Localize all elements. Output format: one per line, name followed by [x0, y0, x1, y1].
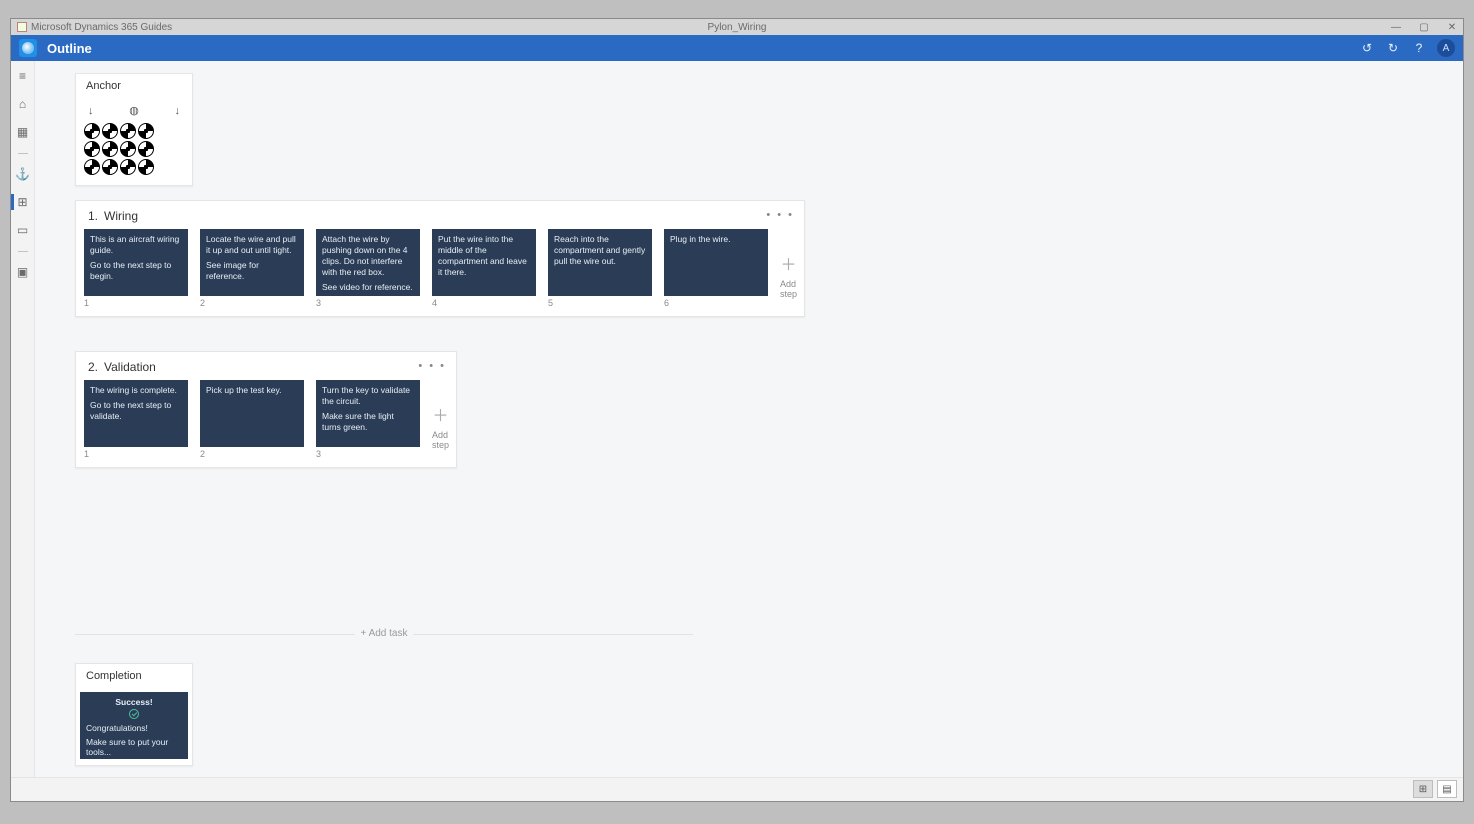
step-number: 2: [200, 449, 304, 459]
task-title[interactable]: Wiring: [104, 209, 138, 223]
task-more-icon[interactable]: • • •: [766, 209, 794, 221]
anchor-card[interactable]: Anchor ↓ ◍ ↓: [75, 73, 193, 186]
step-number: 3: [316, 298, 420, 308]
task-number: 1.: [88, 209, 98, 223]
step-number: 3: [316, 449, 420, 459]
status-bar: ⊞ ▤: [11, 777, 1463, 801]
help-icon[interactable]: ?: [1411, 40, 1427, 56]
close-button[interactable]: ✕: [1445, 22, 1459, 33]
plus-icon: ＋: [781, 251, 797, 275]
add-step-button[interactable]: ＋Add step: [780, 229, 797, 308]
anchor-globe-icon: ◍: [129, 104, 139, 117]
step-number: 1: [84, 449, 188, 459]
anchor-icon[interactable]: ⚓: [14, 165, 32, 183]
minimize-button[interactable]: —: [1389, 22, 1403, 33]
toolbox-icon[interactable]: ▣: [14, 263, 32, 281]
task-more-icon[interactable]: • • •: [418, 360, 446, 372]
app-window: Microsoft Dynamics 365 Guides Pylon_Wiri…: [10, 18, 1464, 802]
step-number: 2: [200, 298, 304, 308]
step-card[interactable]: Turn the key to validate the circuit.Mak…: [316, 380, 420, 447]
image-icon[interactable]: ▦: [14, 123, 32, 141]
step-icon[interactable]: ▭: [14, 221, 32, 239]
outline-icon[interactable]: ⊞: [14, 193, 32, 211]
step-card[interactable]: Locate the wire and pull it up and out u…: [200, 229, 304, 296]
add-step-button[interactable]: ＋Add step: [432, 380, 449, 459]
check-icon: [129, 709, 139, 719]
anchor-arrow-icon: ↓: [88, 105, 94, 117]
task-number: 2.: [88, 360, 98, 374]
step-card[interactable]: This is an aircraft wiring guide.Go to t…: [84, 229, 188, 296]
rail-divider: [14, 249, 32, 253]
app-title: Microsoft Dynamics 365 Guides: [31, 22, 172, 33]
undo-icon[interactable]: ↺: [1359, 40, 1375, 56]
step-card[interactable]: Put the wire into the middle of the comp…: [432, 229, 536, 296]
hamburger-icon[interactable]: ≡: [14, 67, 32, 85]
document-title: Pylon_Wiring: [708, 22, 767, 33]
plus-icon: ＋: [433, 402, 449, 426]
app-icon: [17, 22, 27, 32]
step-card[interactable]: Pick up the test key.: [200, 380, 304, 447]
home-icon[interactable]: ⌂: [14, 95, 32, 113]
command-bar: Outline ↺ ↻ ? A: [11, 35, 1463, 61]
completion-step[interactable]: Success! Congratulations! Make sure to p…: [80, 692, 188, 759]
user-avatar[interactable]: A: [1437, 39, 1455, 57]
canvas: Anchor ↓ ◍ ↓ 1. Wiring •: [35, 61, 1463, 777]
titlebar: Microsoft Dynamics 365 Guides Pylon_Wiri…: [11, 19, 1463, 35]
anchor-arrow-icon: ↓: [174, 105, 180, 117]
redo-icon[interactable]: ↻: [1385, 40, 1401, 56]
left-rail: ≡ ⌂ ▦ ⚓ ⊞ ▭ ▣ ⓘ: [11, 61, 35, 801]
maximize-button[interactable]: ▢: [1417, 22, 1431, 33]
step-number: 4: [432, 298, 536, 308]
add-task-button[interactable]: + Add task: [75, 628, 693, 639]
task-wiring: 1. Wiring • • • This is an aircraft wiri…: [75, 200, 1463, 317]
product-logo-icon: [19, 39, 37, 57]
grid-view-button[interactable]: ⊞: [1413, 780, 1433, 798]
step-card[interactable]: Attach the wire by pushing down on the 4…: [316, 229, 420, 296]
step-card[interactable]: The wiring is complete.Go to the next st…: [84, 380, 188, 447]
task-title[interactable]: Validation: [104, 360, 156, 374]
completion-card[interactable]: Completion Success! Congratulations! Mak…: [75, 663, 193, 766]
step-card[interactable]: Plug in the wire.: [664, 229, 768, 296]
section-title: Outline: [47, 41, 92, 56]
task-validation: 2. Validation • • • The wiring is comple…: [75, 351, 1463, 468]
step-number: 1: [84, 298, 188, 308]
completion-title: Completion: [76, 664, 192, 688]
rail-divider: [14, 151, 32, 155]
step-number: 5: [548, 298, 652, 308]
step-card[interactable]: Reach into the compartment and gently pu…: [548, 229, 652, 296]
anchor-title: Anchor: [76, 74, 192, 98]
success-label: Success!: [86, 697, 182, 707]
detail-view-button[interactable]: ▤: [1437, 780, 1457, 798]
step-number: 6: [664, 298, 768, 308]
anchor-preview: ↓ ◍ ↓: [76, 98, 192, 185]
